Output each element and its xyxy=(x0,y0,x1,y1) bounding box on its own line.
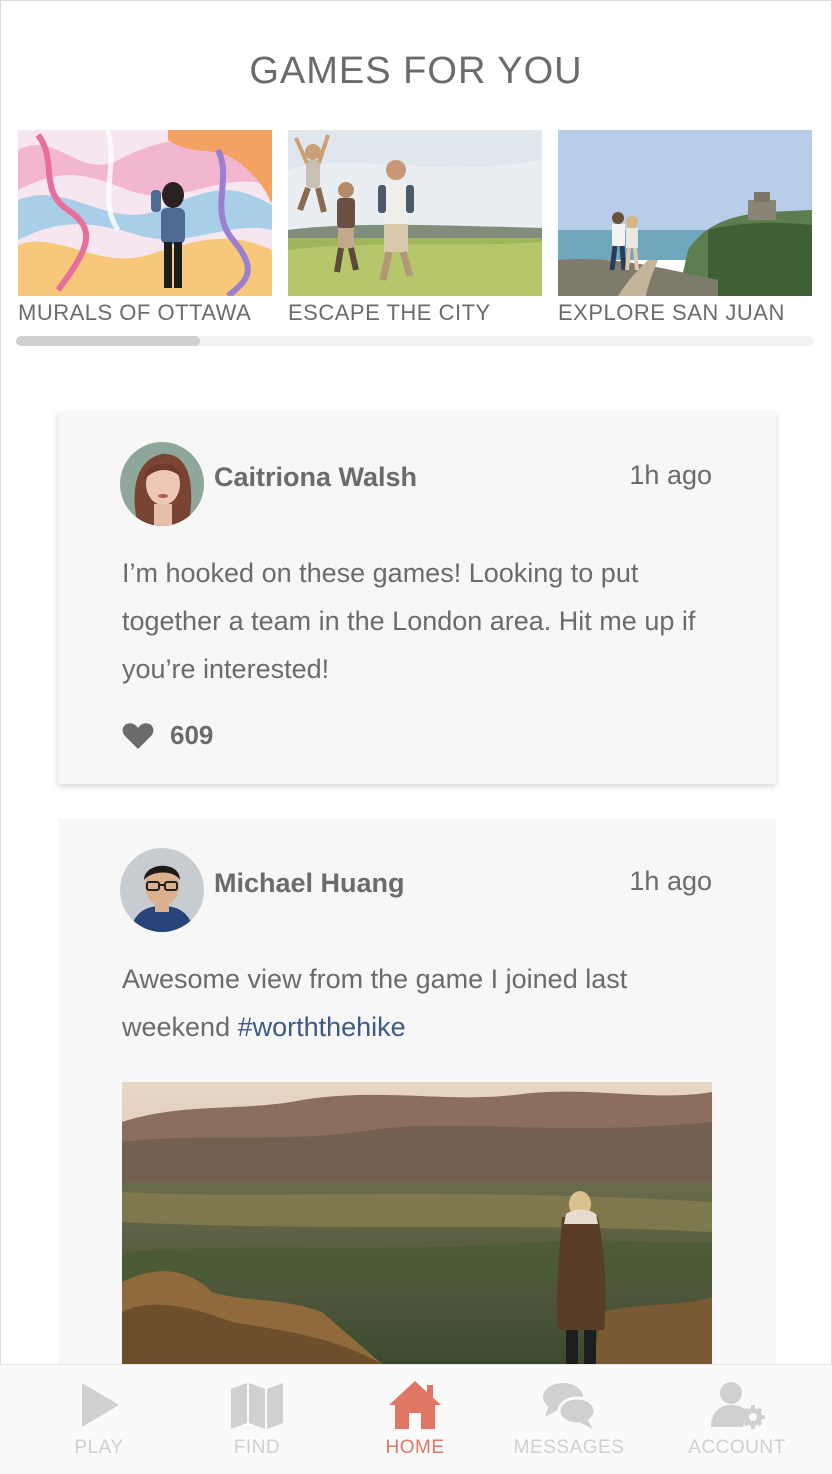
carousel-scrollbar[interactable] xyxy=(16,336,814,346)
hashtag-link[interactable]: #worththehike xyxy=(238,1012,406,1042)
section-title: GAMES FOR YOU xyxy=(249,50,583,92)
feed-post: Michael Huang 1h ago Awesome view from t… xyxy=(58,818,776,1378)
heart-icon[interactable] xyxy=(122,722,154,750)
avatar[interactable] xyxy=(120,442,204,526)
game-card-escape-the-city[interactable]: ESCAPE THE CITY xyxy=(288,130,542,330)
bottom-nav: PLAY FIND HOME MESSAGES ACCOUNT xyxy=(0,1364,832,1474)
map-icon[interactable] xyxy=(227,1379,287,1431)
nav-label[interactable]: HOME xyxy=(332,1437,498,1459)
carousel-scroll-thumb[interactable] xyxy=(16,336,200,346)
play-icon[interactable] xyxy=(69,1379,129,1431)
games-carousel[interactable]: MURALS OF OTTAWA ESCAPE THE CITY EXPLORE… xyxy=(18,130,830,330)
nav-label[interactable]: FIND xyxy=(174,1437,340,1459)
messages-icon[interactable] xyxy=(539,1379,599,1431)
like-button[interactable]: 609 xyxy=(122,720,213,751)
avatar-michael-image xyxy=(120,848,204,932)
game-thumbnail[interactable] xyxy=(558,130,812,296)
post-author[interactable]: Caitriona Walsh xyxy=(214,462,417,493)
game-title[interactable]: EXPLORE SAN JUAN xyxy=(558,300,812,326)
game-card-explore-san-juan[interactable]: EXPLORE SAN JUAN xyxy=(558,130,812,330)
game-thumbnail[interactable] xyxy=(288,130,542,296)
nav-item-messages[interactable]: MESSAGES xyxy=(486,1365,652,1474)
nav-label[interactable]: MESSAGES xyxy=(486,1437,652,1459)
game-title[interactable]: ESCAPE THE CITY xyxy=(288,300,542,326)
avatar[interactable] xyxy=(120,848,204,932)
feed-post: Caitriona Walsh 1h ago I’m hooked on the… xyxy=(58,412,776,784)
nav-item-account[interactable]: ACCOUNT xyxy=(654,1365,820,1474)
hikers-image xyxy=(288,130,542,296)
like-count: 609 xyxy=(170,720,214,750)
post-timestamp: 1h ago xyxy=(629,866,712,896)
mural-image xyxy=(18,130,272,296)
post-photo[interactable] xyxy=(122,1082,712,1364)
coast-image xyxy=(558,130,812,296)
home-icon[interactable] xyxy=(385,1379,445,1431)
post-body: Awesome view from the game I joined last… xyxy=(122,955,722,1051)
nav-label[interactable]: ACCOUNT xyxy=(654,1437,820,1459)
post-body: I’m hooked on these games! Looking to pu… xyxy=(122,558,696,684)
post-timestamp: 1h ago xyxy=(629,460,712,490)
post-author[interactable]: Michael Huang xyxy=(214,868,405,899)
avatar-caitriona-image xyxy=(120,442,204,526)
game-thumbnail[interactable] xyxy=(18,130,272,296)
game-title[interactable]: MURALS OF OTTAWA xyxy=(18,300,272,326)
nav-label[interactable]: PLAY xyxy=(16,1437,182,1459)
nav-item-find[interactable]: FIND xyxy=(174,1365,340,1474)
mountain-view-image xyxy=(122,1082,712,1364)
nav-item-home[interactable]: HOME xyxy=(332,1365,498,1474)
nav-item-play[interactable]: PLAY xyxy=(16,1365,182,1474)
game-card-murals-of-ottawa[interactable]: MURALS OF OTTAWA xyxy=(18,130,272,330)
account-settings-icon[interactable] xyxy=(707,1379,767,1431)
